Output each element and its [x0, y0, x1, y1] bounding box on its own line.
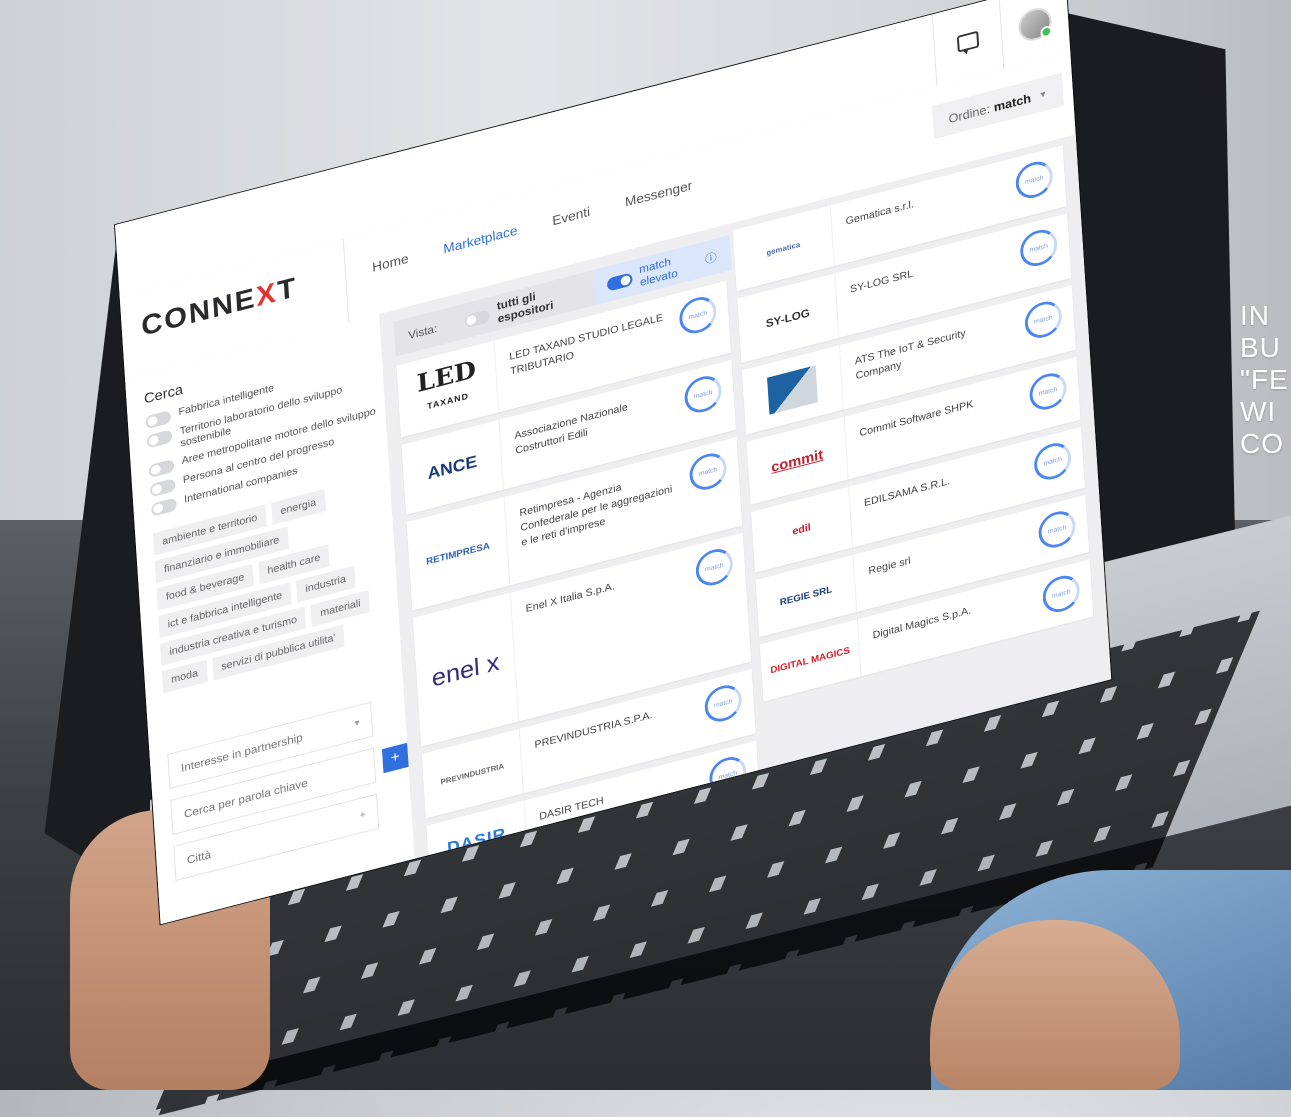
search-title: Cerca: [143, 381, 184, 408]
match-score-ring: match: [1033, 439, 1073, 484]
chevron-down-icon: ▾: [354, 717, 360, 729]
toggle-switch: [463, 308, 490, 329]
logo-mark: PREVINDUSTRIA: [440, 761, 504, 786]
add-keyword-button[interactable]: +: [381, 742, 409, 774]
view-match-label: match elevato: [638, 254, 678, 289]
match-score-label: match: [693, 388, 713, 400]
match-score-label: match: [704, 561, 724, 573]
view-label: Vista:: [407, 321, 438, 343]
logo-mark: enel x: [431, 647, 500, 693]
company-logo-text: SY-LOG: [765, 306, 811, 331]
order-label: Ordine:: [948, 101, 991, 126]
logo-mark: commit: [771, 446, 824, 475]
match-score-label: match: [1033, 314, 1053, 326]
match-score-label: match: [1051, 588, 1071, 600]
toggle-switch: [606, 271, 633, 292]
logo-mark: LED TAXAND: [416, 356, 478, 421]
toggle-switch: [146, 429, 173, 449]
toggle-switch: [148, 458, 175, 479]
sector-tag[interactable]: energia: [271, 489, 326, 525]
overlay-text: IN BU "FE WI CO: [1240, 300, 1289, 459]
logo-mark: ANCE: [427, 451, 478, 483]
match-score-label: match: [1047, 523, 1067, 536]
logo-mark: RETIMPRESA: [426, 541, 490, 568]
match-score-label: match: [1024, 174, 1044, 186]
view-all-label: tutti gli espositori: [496, 289, 554, 326]
logo-text-end: T: [276, 271, 299, 308]
company-logo-text: commit: [770, 446, 824, 476]
match-score-label: match: [713, 697, 733, 710]
match-score-ring: match: [1019, 225, 1059, 271]
logo-mark: SY-LOG: [765, 306, 810, 330]
match-score-ring: match: [1037, 507, 1077, 552]
company-logo-text: PREVINDUSTRIA: [440, 761, 505, 787]
company-logo-text: RETIMPRESA: [425, 540, 491, 568]
logo-x: X: [255, 276, 279, 313]
keyword-placeholder: Cerca per parola chiave: [183, 776, 309, 821]
match-score-ring: match: [694, 545, 734, 590]
company-logo-text: ANCE: [426, 451, 478, 483]
sector-tag[interactable]: moda: [161, 659, 208, 694]
chevron-down-icon: ▼: [1038, 88, 1048, 101]
company-logo-text: enel x: [430, 646, 501, 692]
match-score-ring: match: [1028, 369, 1068, 414]
company-logo: RETIMPRESA: [406, 496, 511, 611]
search-panel: Cerca Fabbrica intelligente Territorio la…: [125, 313, 416, 925]
company-logo-text: REGIE SRL: [779, 584, 833, 608]
location-pin-icon: ⌖: [359, 809, 366, 821]
info-icon: ⓘ: [704, 250, 718, 266]
match-score-label: match: [698, 465, 718, 478]
toggle-switch: [145, 409, 172, 430]
logo-mark: [767, 365, 818, 415]
partnership-placeholder: Interesse in partnership: [180, 730, 304, 775]
match-score-ring: match: [1041, 571, 1081, 617]
city-placeholder: Città: [186, 847, 212, 867]
match-score-label: match: [1038, 385, 1058, 398]
logo-mark: DIGITAL MAGICS: [770, 645, 850, 676]
company-logo-text: edil: [792, 521, 812, 538]
toggle-switch: [150, 497, 177, 517]
toggle-switch: [149, 478, 176, 498]
company-logo: enel x: [412, 592, 520, 747]
order-value: match: [993, 90, 1032, 114]
chat-icon: [956, 30, 980, 53]
match-score-label: match: [688, 309, 708, 321]
company-logo-text: gematica: [766, 239, 801, 257]
logo-mark: REGIE SRL: [779, 584, 832, 608]
results-column-right: gematica Gematica s.r.l. match SY-LOG SY-LOG…: [732, 145, 1100, 793]
match-score-ring: match: [1014, 157, 1054, 203]
company-logo-text: DIGITAL MAGICS: [770, 645, 851, 676]
match-score-label: match: [1043, 455, 1063, 467]
avatar: [1017, 4, 1053, 45]
logo-mark: gematica: [766, 240, 800, 257]
logo-mark: edil: [792, 522, 811, 538]
match-score-label: match: [1029, 242, 1049, 254]
